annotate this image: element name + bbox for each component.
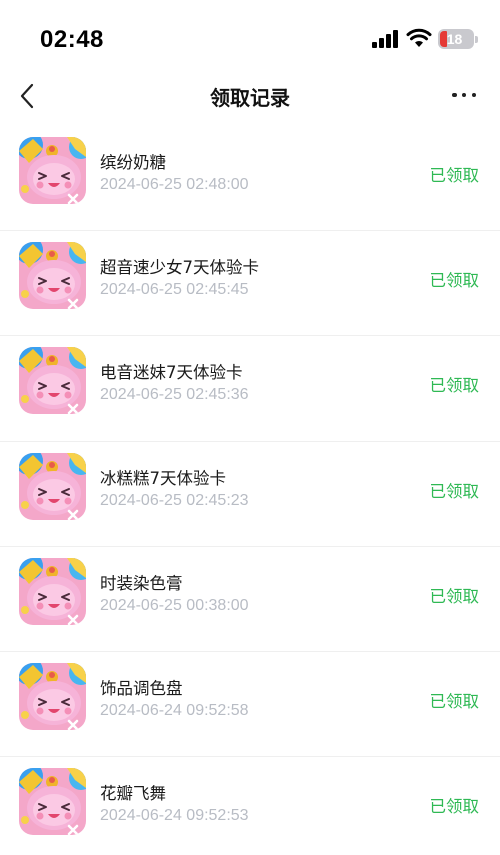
- item-timestamp: 2024-06-25 00:38:00: [100, 596, 249, 614]
- item-timestamp: 2024-06-25 02:45:23: [100, 491, 249, 509]
- item-timestamp: 2024-06-25 02:45:45: [100, 281, 249, 299]
- item-name: 饰品调色盘: [100, 678, 183, 698]
- list-item[interactable]: 缤纷奶糖 2024-06-25 02:48:00 已领取: [0, 125, 500, 230]
- list-item[interactable]: 冰糕糕7天体验卡 2024-06-25 02:45:23 已领取: [0, 440, 500, 546]
- claimed-status: 已领取: [429, 797, 480, 817]
- item-name: 电音迷妹7天体验卡: [100, 363, 243, 383]
- item-timestamp: 2024-06-25 02:45:36: [100, 386, 249, 404]
- game-app-icon: [19, 347, 86, 415]
- game-app-icon: [19, 662, 86, 730]
- item-name: 花瓣飞舞: [100, 784, 166, 804]
- item-name: 缤纷奶糖: [100, 153, 166, 172]
- record-list: 缤纷奶糖 2024-06-25 02:48:00 已领取 超音速少女7天体验卡 …: [0, 125, 500, 855]
- item-timestamp: 2024-06-24 09:52:58: [100, 701, 249, 719]
- nav-bar: 领取记录: [0, 70, 500, 122]
- claimed-status: 已领取: [429, 271, 480, 291]
- game-app-icon: [19, 242, 86, 310]
- game-app-icon: [19, 768, 86, 836]
- game-app-icon: [19, 557, 86, 625]
- list-item[interactable]: 饰品调色盘 2024-06-24 09:52:58 已领取: [0, 650, 500, 756]
- game-app-icon: [19, 452, 86, 520]
- status-bar: 02:48 18: [0, 0, 500, 70]
- more-dots-icon[interactable]: [446, 82, 482, 108]
- claimed-status: 已领取: [429, 481, 480, 501]
- status-time: 02:48: [40, 26, 104, 53]
- wifi-icon: [406, 28, 432, 48]
- list-item[interactable]: 超音速少女7天体验卡 2024-06-25 02:45:45 已领取: [0, 230, 500, 335]
- list-item[interactable]: 花瓣飞舞 2024-06-24 09:52:53 已领取: [0, 756, 500, 855]
- list-item[interactable]: 电音迷妹7天体验卡 2024-06-25 02:45:36 已领取: [0, 335, 500, 440]
- item-name: 时装染色膏: [100, 573, 183, 593]
- item-name: 冰糕糕7天体验卡: [100, 468, 226, 488]
- battery-level: 18: [446, 31, 463, 47]
- page-title: 领取记录: [210, 86, 290, 110]
- signal-icon: [372, 30, 400, 48]
- battery-icon: 18: [438, 29, 478, 49]
- claimed-status: 已领取: [429, 166, 480, 185]
- item-timestamp: 2024-06-24 09:52:53: [100, 807, 249, 825]
- list-item[interactable]: 时装染色膏 2024-06-25 00:38:00 已领取: [0, 545, 500, 651]
- item-name: 超音速少女7天体验卡: [100, 258, 259, 278]
- claimed-status: 已领取: [429, 586, 480, 606]
- claimed-status: 已领取: [429, 691, 480, 711]
- claimed-status: 已领取: [429, 376, 480, 396]
- game-app-icon: [19, 137, 86, 204]
- item-timestamp: 2024-06-25 02:48:00: [100, 176, 249, 193]
